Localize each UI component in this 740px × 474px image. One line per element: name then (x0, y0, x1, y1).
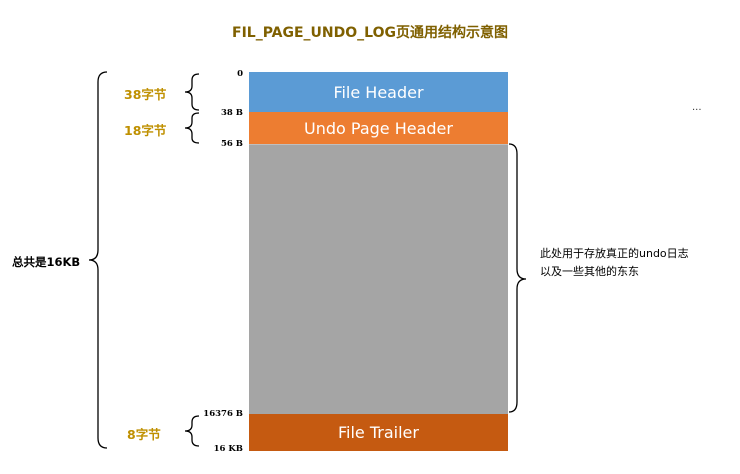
total-brace (88, 71, 108, 449)
body-brace (508, 143, 527, 413)
file-header-brace (184, 73, 200, 111)
diagram-canvas: FIL_PAGE_UNDO_LOG页通用结构示意图 File Header Un… (0, 0, 740, 474)
brace-lines (88, 71, 527, 449)
file-trailer-brace (184, 415, 200, 447)
undo-page-header-brace (184, 112, 200, 144)
